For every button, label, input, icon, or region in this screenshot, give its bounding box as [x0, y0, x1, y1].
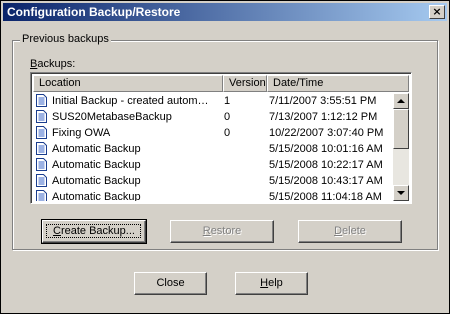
restore-accel: R — [202, 225, 211, 237]
table-row[interactable]: Initial Backup - created autom… 1 7/11/200… — [33, 93, 393, 109]
document-icon — [36, 158, 47, 171]
cell-datetime: 7/11/2007 3:55:51 PM — [269, 95, 377, 107]
cell-version: 1 — [224, 95, 231, 107]
arrow-up-icon — [397, 99, 405, 103]
close-icon: × — [432, 5, 442, 18]
cell-datetime: 7/13/2007 1:12:12 PM — [269, 111, 378, 123]
scroll-thumb[interactable] — [393, 109, 409, 149]
cell-location: Automatic Backup — [52, 175, 141, 187]
document-icon — [36, 110, 47, 123]
document-icon — [36, 94, 47, 107]
delete-label: elete — [342, 225, 366, 237]
document-icon — [36, 126, 47, 139]
group-legend: Previous backups — [20, 33, 111, 45]
cell-location: Automatic Backup — [52, 191, 141, 201]
create-label: reate Backup... — [60, 225, 135, 237]
restore-label: estore — [210, 225, 242, 237]
backups-label: Backups: — [30, 58, 75, 70]
close-button[interactable]: Close — [134, 272, 207, 295]
create-backup-button[interactable]: Create Backup... — [41, 219, 147, 244]
create-accel: C — [53, 225, 61, 237]
cell-location: SUS20MetabaseBackup — [52, 111, 172, 123]
cell-datetime: 10/22/2007 3:07:40 PM — [269, 127, 384, 139]
cell-datetime: 5/15/2008 11:04:18 AM — [269, 191, 382, 201]
table-row[interactable]: Automatic Backup 5/15/2008 10:01:16 AM — [33, 141, 393, 157]
cell-version: 0 — [224, 111, 231, 123]
list-rows: Initial Backup - created autom… 1 7/11/200… — [33, 93, 393, 201]
delete-accel: D — [334, 225, 343, 237]
help-label: elp — [268, 277, 283, 289]
cell-location: Initial Backup - created autom… — [52, 95, 209, 107]
title-bar[interactable]: Configuration Backup/Restore × — [3, 3, 447, 21]
cell-datetime: 5/15/2008 10:43:17 AM — [269, 175, 383, 187]
vertical-scrollbar[interactable] — [393, 93, 409, 201]
document-icon — [36, 174, 47, 187]
table-row[interactable]: Automatic Backup 5/15/2008 10:22:17 AM — [33, 157, 393, 173]
column-header-datetime[interactable]: Date/Time — [267, 75, 409, 92]
cell-location: Fixing OWA — [52, 127, 111, 139]
scroll-down-button[interactable] — [393, 185, 409, 201]
document-icon — [36, 142, 47, 155]
restore-button[interactable]: Restore — [170, 220, 274, 243]
list-header: Location Version Date/Time — [33, 75, 409, 92]
scroll-up-button[interactable] — [393, 93, 409, 109]
column-header-location[interactable]: Location — [33, 75, 223, 92]
arrow-down-icon — [397, 191, 405, 195]
cell-datetime: 5/15/2008 10:01:16 AM — [269, 143, 383, 155]
cell-location: Automatic Backup — [52, 143, 141, 155]
table-row[interactable]: Fixing OWA 0 10/22/2007 3:07:40 PM — [33, 125, 393, 141]
close-window-button[interactable]: × — [429, 5, 445, 19]
table-row[interactable]: Automatic Backup 5/15/2008 10:43:17 AM — [33, 173, 393, 189]
table-row[interactable]: SUS20MetabaseBackup 0 7/13/2007 1:12:12 PM — [33, 109, 393, 125]
window-title: Configuration Backup/Restore — [7, 5, 181, 19]
cell-datetime: 5/15/2008 10:22:17 AM — [269, 159, 383, 171]
help-button[interactable]: Help — [235, 272, 308, 295]
backups-list[interactable]: Location Version Date/Time Initial Backu… — [30, 72, 412, 204]
cell-location: Automatic Backup — [52, 159, 141, 171]
delete-button[interactable]: Delete — [298, 220, 402, 243]
backups-label-text: ackups: — [37, 58, 76, 70]
help-accel: H — [260, 277, 269, 289]
cell-version: 0 — [224, 127, 231, 139]
column-header-version[interactable]: Version — [223, 75, 267, 92]
table-row[interactable]: Automatic Backup 5/15/2008 11:04:18 AM — [33, 189, 393, 201]
document-icon — [36, 190, 47, 201]
